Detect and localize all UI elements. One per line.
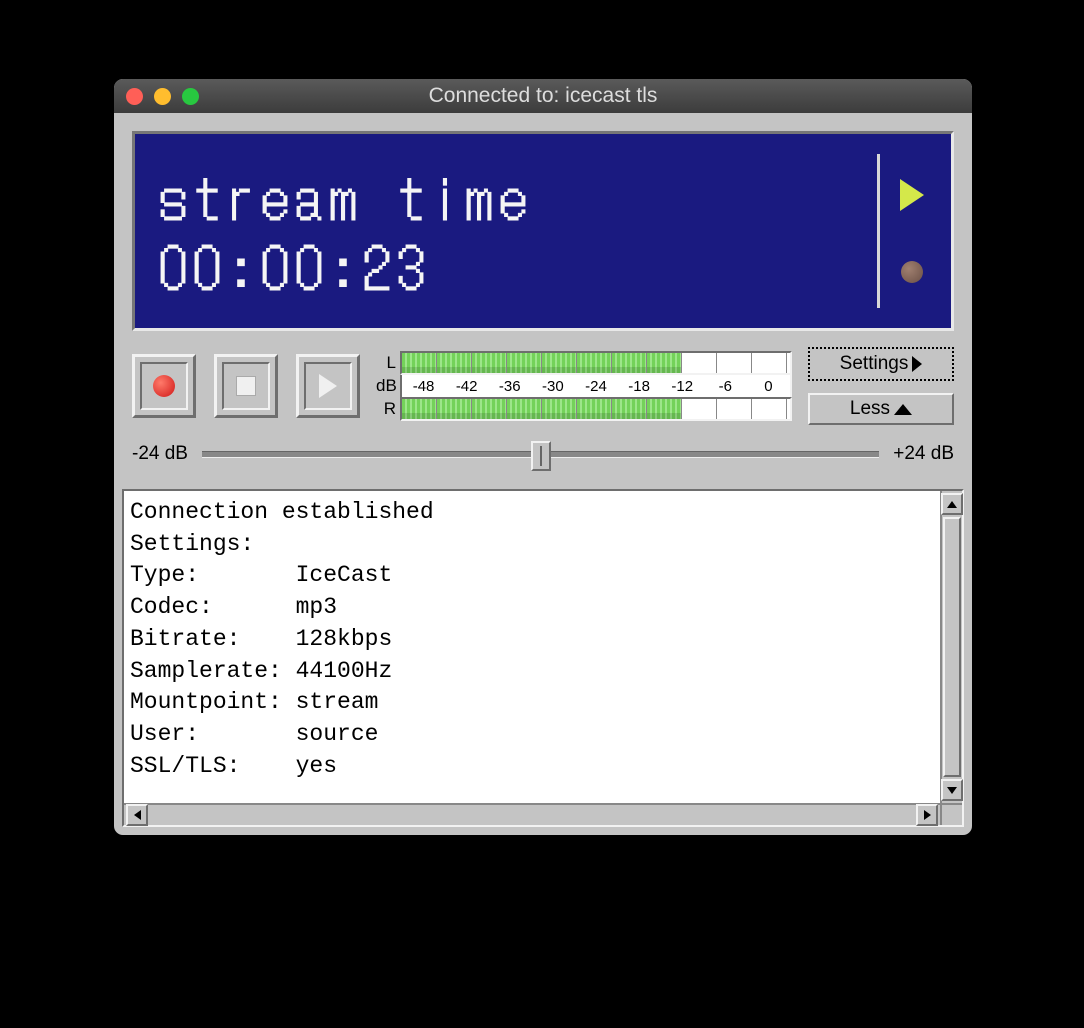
chevron-up-icon (894, 404, 912, 415)
record-indicator-icon (901, 261, 923, 283)
arrow-left-icon (134, 810, 141, 820)
titlebar[interactable]: Connected to: icecast tls (114, 79, 972, 113)
arrow-right-icon (924, 810, 931, 820)
gain-slider[interactable] (202, 451, 879, 458)
less-button[interactable]: Less (808, 393, 954, 425)
transport-buttons (132, 354, 360, 418)
meter-label-db: dB (376, 376, 400, 396)
settings-label: Settings (840, 353, 909, 375)
stop-icon (236, 376, 256, 396)
stop-button[interactable] (214, 354, 278, 418)
window-title: Connected to: icecast tls (114, 84, 972, 108)
lcd-text: stream time 00:00:23 (159, 161, 877, 301)
close-icon[interactable] (126, 88, 143, 105)
window-body: stream time 00:00:23 L dB -48 (114, 113, 972, 479)
gain-slider-row: -24 dB +24 dB (132, 443, 954, 465)
scroll-corner (940, 803, 962, 825)
scale-tick: -48 (402, 378, 445, 395)
meter-left (400, 351, 792, 375)
minimize-icon[interactable] (154, 88, 171, 105)
meter-ticks (402, 353, 790, 373)
window-controls (126, 88, 199, 105)
scale-tick: -30 (531, 378, 574, 395)
scroll-left-button[interactable] (126, 804, 148, 826)
meter-scale: -48-42-36-30-24-18-12-60 (400, 375, 792, 397)
meter-ticks (402, 399, 790, 419)
meter-right (400, 397, 792, 421)
scale-tick: 0 (747, 378, 790, 395)
less-label: Less (850, 398, 890, 420)
side-buttons: Settings Less (808, 347, 954, 425)
scale-tick: -42 (445, 378, 488, 395)
lcd-display: stream time 00:00:23 (132, 131, 954, 331)
arrow-up-icon (947, 501, 957, 508)
chevron-right-icon (912, 356, 922, 372)
gain-thumb[interactable] (531, 441, 551, 471)
scale-tick: -24 (574, 378, 617, 395)
lcd-line1: stream time (159, 161, 877, 231)
log-panel: Connection established Settings: Type: I… (122, 489, 964, 827)
meter-label-right: R (376, 399, 400, 419)
scroll-thumb[interactable] (943, 517, 961, 777)
record-button[interactable] (132, 354, 196, 418)
scale-tick: -6 (704, 378, 747, 395)
play-icon (319, 374, 337, 398)
app-window: Connected to: icecast tls stream time 00… (113, 78, 973, 836)
settings-button[interactable]: Settings (808, 347, 954, 381)
scale-tick: -12 (661, 378, 704, 395)
record-icon (153, 375, 175, 397)
log-text[interactable]: Connection established Settings: Type: I… (124, 491, 940, 803)
play-indicator-icon (900, 179, 924, 211)
gain-max-label: +24 dB (893, 443, 954, 465)
horizontal-scrollbar[interactable] (124, 803, 940, 825)
meter-label-left: L (376, 353, 400, 373)
scroll-up-button[interactable] (941, 493, 963, 515)
gain-min-label: -24 dB (132, 443, 188, 465)
play-button[interactable] (296, 354, 360, 418)
zoom-icon[interactable] (182, 88, 199, 105)
arrow-down-icon (947, 787, 957, 794)
lcd-line2: 00:00:23 (159, 231, 877, 301)
scale-tick: -18 (618, 378, 661, 395)
scale-tick: -36 (488, 378, 531, 395)
scroll-right-button[interactable] (916, 804, 938, 826)
vertical-scrollbar[interactable] (940, 491, 962, 803)
transport-row: L dB -48-42-36-30-24-18-12-60 R Settings (132, 347, 954, 425)
vu-meters: L dB -48-42-36-30-24-18-12-60 R (376, 351, 792, 421)
lcd-side-indicators (877, 154, 933, 308)
scroll-down-button[interactable] (941, 779, 963, 801)
